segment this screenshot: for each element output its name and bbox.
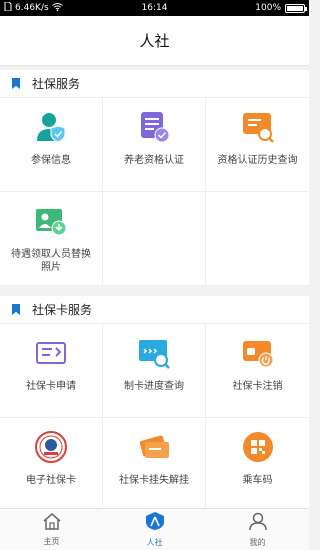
photo-replace-icon — [34, 204, 68, 238]
grid-item-label: 乘车码 — [242, 475, 273, 486]
grid-item-card-cancel[interactable]: 社保卡注销 — [206, 324, 309, 418]
certificate-check-icon — [137, 110, 171, 144]
card-apply-icon — [34, 336, 68, 370]
grid-item-label: 社保卡注销 — [232, 381, 283, 392]
section-title-label: 社保服务 — [32, 77, 81, 91]
grid-item-label: 资格认证历史查询 — [217, 155, 298, 166]
tab-mine[interactable]: 我的 — [206, 509, 309, 550]
bookmark-icon — [12, 304, 20, 315]
section-title-social-insurance: 社保服务 — [0, 70, 309, 98]
wifi-icon — [51, 2, 63, 14]
grid-item-label: 养老资格认证 — [124, 155, 184, 166]
grid-item-transit-code[interactable]: 乘车码 — [206, 418, 309, 512]
grid-item-replace-photo[interactable]: 待遇领取人员替换照片 — [0, 192, 103, 286]
profile-icon — [248, 511, 268, 535]
grid-empty-cell — [206, 192, 309, 286]
tab-label: 人社 — [146, 538, 163, 547]
section-title-social-card: 社保卡服务 — [0, 296, 309, 324]
grid-item-card-report-loss[interactable]: 社保卡挂失解挂 — [103, 418, 206, 512]
network-speed: 6.46K/s — [15, 3, 49, 13]
tab-hr[interactable]: 人社 — [103, 509, 206, 550]
social-card-grid: 社保卡申请 制卡进度查询 社保卡注销 电子社保卡 社保卡挂失解挂 乘车码 — [0, 324, 309, 512]
battery-percent: 100% — [255, 3, 281, 13]
status-bar: 6.46K/s 16:14 100% — [0, 0, 309, 16]
grid-item-label: 制卡进度查询 — [124, 381, 184, 392]
section-title-label: 社保卡服务 — [32, 303, 93, 317]
grid-item-label: 电子社保卡 — [26, 475, 76, 486]
grid-item-label: 待遇领取人员替换照片 — [11, 249, 91, 273]
grid-item-progress-query[interactable]: 制卡进度查询 — [103, 324, 206, 418]
grid-item-certification-history[interactable]: 资格认证历史查询 — [206, 98, 309, 192]
grid-item-insurance-info[interactable]: 参保信息 — [0, 98, 103, 192]
grid-item-pension-certification[interactable]: 养老资格认证 — [103, 98, 206, 192]
card-cancel-icon — [241, 336, 275, 370]
hr-icon — [145, 511, 165, 535]
bottom-tab-bar: 主页 人社 我的 — [0, 508, 309, 550]
grid-item-label: 参保信息 — [31, 155, 71, 166]
ecard-seal-icon — [34, 430, 68, 464]
progress-search-icon — [137, 336, 171, 370]
grid-item-card-apply[interactable]: 社保卡申请 — [0, 324, 103, 418]
history-search-icon — [241, 110, 275, 144]
social-insurance-grid: 参保信息 养老资格认证 资格认证历史查询 待遇领取人员替换照片 — [0, 98, 309, 286]
grid-empty-cell — [103, 192, 206, 286]
battery-icon — [285, 3, 307, 13]
tab-label: 我的 — [249, 538, 266, 547]
user-shield-icon — [34, 110, 68, 144]
qr-code-icon — [241, 430, 275, 464]
grid-item-electronic-card[interactable]: 电子社保卡 — [0, 418, 103, 512]
card-lost-icon — [137, 430, 171, 464]
status-time: 16:14 — [141, 3, 168, 13]
sim-icon — [4, 1, 12, 14]
page-title: 人社 — [0, 16, 309, 66]
grid-item-label: 社保卡挂失解挂 — [119, 475, 189, 486]
home-icon — [42, 512, 62, 534]
bookmark-icon — [12, 78, 20, 89]
grid-item-label: 社保卡申请 — [26, 381, 76, 392]
tab-label: 主页 — [43, 537, 60, 546]
tab-home[interactable]: 主页 — [0, 509, 103, 550]
